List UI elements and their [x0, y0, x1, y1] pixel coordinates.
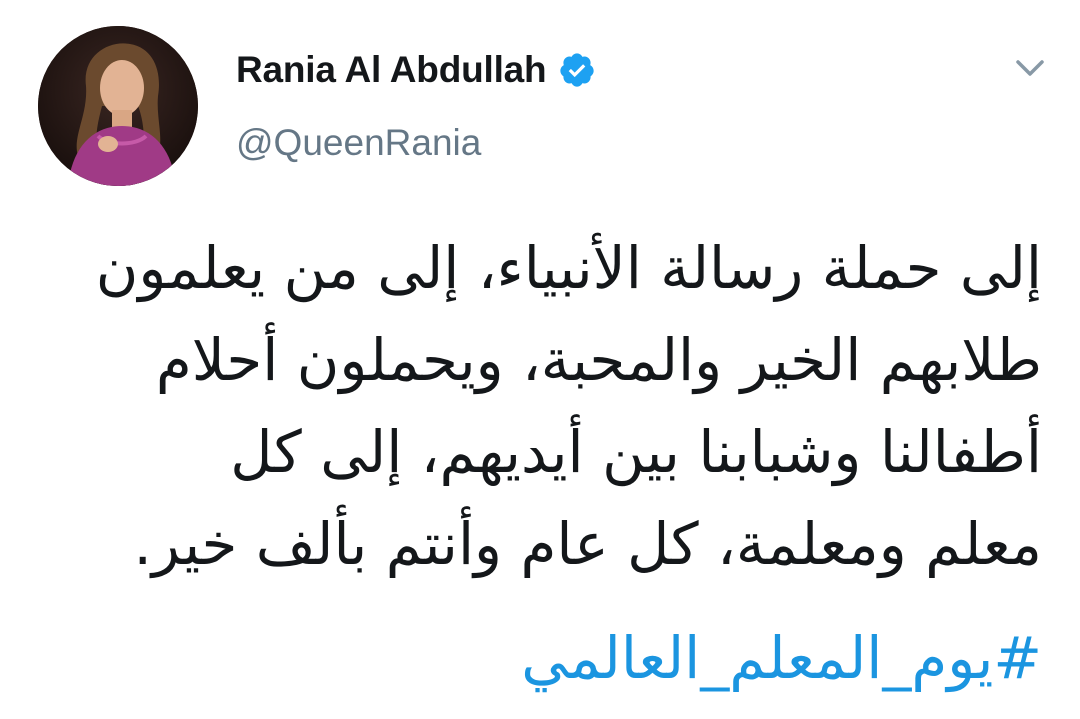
- author-display-name[interactable]: Rania Al Abdullah: [236, 49, 547, 91]
- tweet-card: Rania Al Abdullah @QueenRania إلى حملة ر…: [0, 0, 1080, 719]
- tweet-text: إلى حملة رسالة الأنبياء، إلى من يعلمون ط…: [82, 222, 1042, 590]
- author-name-row: Rania Al Abdullah: [236, 48, 596, 92]
- tweet-text-line: معلم ومعلمة، كل عام وأنتم بألف خير.: [133, 510, 1043, 578]
- avatar-photo: [38, 26, 198, 186]
- hashtag-link[interactable]: #يوم_المعلم_العالمي: [521, 612, 1042, 704]
- tweet-text-line: أطفالنا وشبابنا بين أيديهم، إلى كل: [230, 418, 1042, 486]
- verified-badge-icon: [558, 51, 596, 89]
- avatar[interactable]: [38, 26, 198, 186]
- chevron-down-icon[interactable]: [1010, 52, 1050, 84]
- tweet-text-line: طلابهم الخير والمحبة، ويحملون أحلام: [155, 326, 1042, 394]
- tweet-text-line: إلى حملة رسالة الأنبياء، إلى من يعلمون: [95, 234, 1042, 302]
- author-handle[interactable]: @QueenRania: [236, 122, 481, 164]
